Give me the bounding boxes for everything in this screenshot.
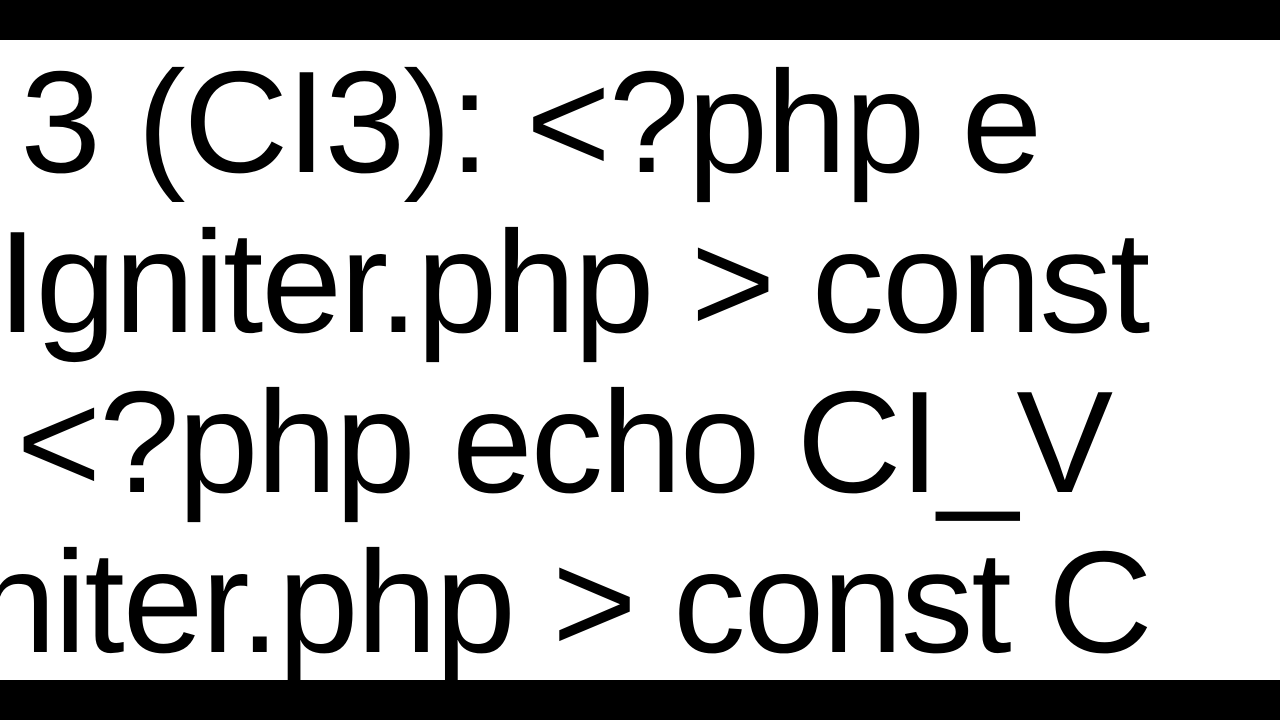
text-line-3: 4): <?php echo CI_V <box>0 370 1111 515</box>
letterbox-bottom <box>0 680 1280 720</box>
text-content-area: niter 3 (CI3): <?php e deIgniter.php > c… <box>0 40 1280 680</box>
letterbox-top <box>0 0 1280 40</box>
text-line-4: eIgniter.php > const C <box>0 530 1151 675</box>
text-line-2: deIgniter.php > const <box>0 210 1148 355</box>
text-line-1: niter 3 (CI3): <?php e <box>0 50 1040 195</box>
